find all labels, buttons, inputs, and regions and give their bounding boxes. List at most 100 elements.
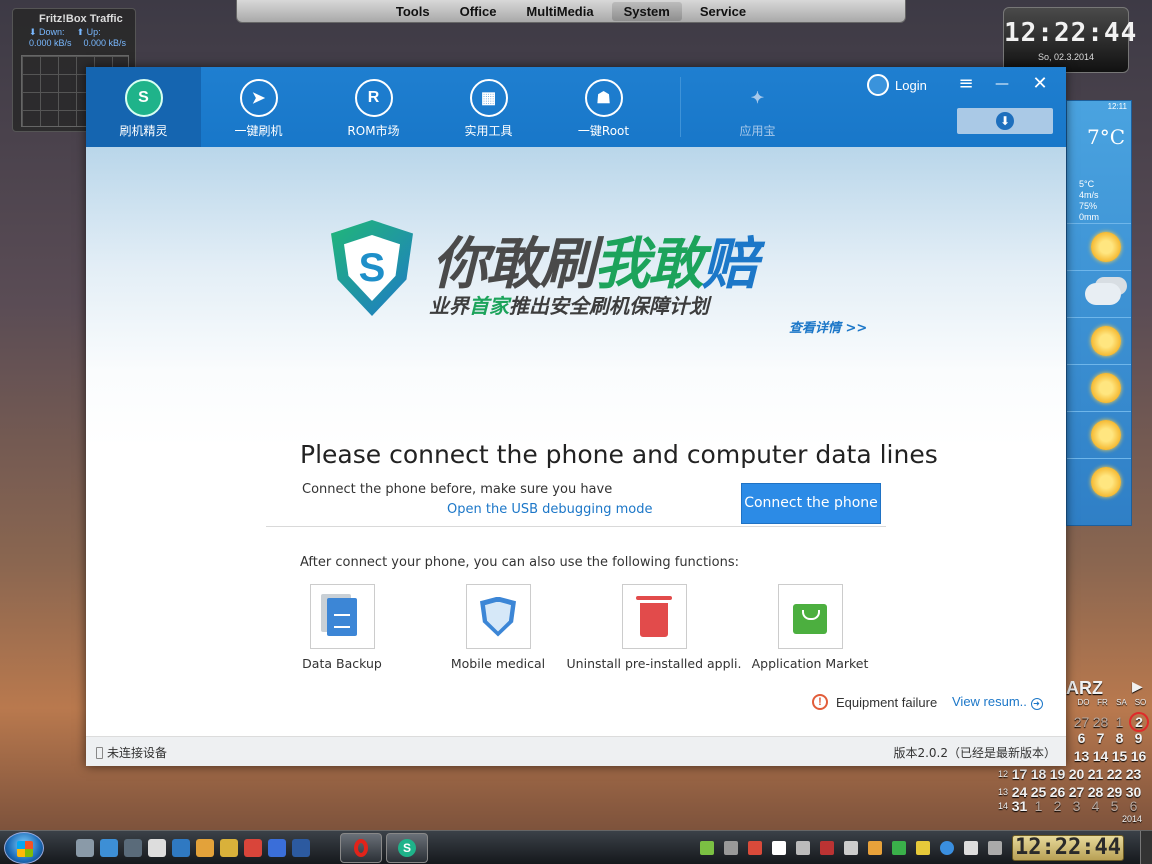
sun-icon — [1091, 232, 1121, 262]
status-bar: 未连接设备 版本2.0.2（已经是最新版本） — [86, 736, 1066, 766]
minimize-icon[interactable]: — — [989, 73, 1015, 95]
quicklaunch-network-icon[interactable] — [100, 839, 118, 857]
tray-app-icon[interactable] — [724, 841, 738, 855]
connect-heading: Please connect the phone and computer da… — [300, 440, 938, 469]
fritz-title: Fritz!Box Traffic — [39, 13, 123, 25]
download-button[interactable]: ⬇ — [957, 108, 1053, 134]
info-icon[interactable] — [940, 841, 954, 855]
banner-slogan: 你敢刷我敢赔 — [432, 232, 758, 297]
tab-rom-market[interactable]: R ROM市场 — [316, 67, 431, 147]
tab-one-click-root[interactable]: ☗ 一键Root — [546, 67, 661, 147]
user-avatar-icon — [867, 74, 889, 96]
taskbar-opera[interactable] — [340, 833, 382, 863]
sun-icon — [1091, 326, 1121, 356]
calendar-row: 13 14 15 16 — [1073, 748, 1147, 764]
tray-app-icon[interactable] — [964, 841, 978, 855]
data-backup-function[interactable]: Data Backup — [252, 584, 432, 671]
taskbar: S 12:22:44 — [0, 830, 1152, 864]
view-details-link[interactable]: 查看详情 >> — [789, 317, 867, 336]
taskbar-shuaji[interactable]: S — [386, 833, 428, 863]
menu-system[interactable]: System — [611, 1, 682, 21]
function-label: Uninstall pre-installed appli. — [566, 656, 742, 671]
connect-instruction: Connect the phone before, make sure you … — [302, 482, 613, 497]
uninstall-preinstalled-function[interactable]: Uninstall pre-installed appli. — [564, 584, 744, 671]
weather-widget: 12:11 7°C 5°C 4m/s 75% 0mm — [1066, 100, 1132, 526]
shield-logo-icon: S — [331, 220, 413, 316]
close-icon[interactable]: ✕ — [1027, 73, 1053, 95]
opera-icon — [354, 839, 368, 857]
mobile-medical-function[interactable]: Mobile medical — [408, 584, 588, 671]
quicklaunch-printer-icon[interactable] — [148, 839, 166, 857]
fritz-down-value: 0.000 kB/s — [29, 38, 72, 48]
weather-day-1 — [1067, 223, 1131, 270]
tray-app-icon[interactable] — [988, 841, 1002, 855]
quicklaunch-stripes-icon[interactable] — [220, 839, 238, 857]
quicklaunch-window-icon[interactable] — [268, 839, 286, 857]
quicklaunch-tools-icon[interactable] — [124, 839, 142, 857]
weather-details: 5°C 4m/s 75% 0mm — [1079, 179, 1099, 222]
functions-intro: After connect your phone, you can also u… — [300, 555, 739, 570]
tray-app-icon[interactable] — [772, 841, 786, 855]
calendar-month: ARZ — [1066, 678, 1103, 698]
calendar-row: 6 7 8 9 — [1077, 730, 1143, 746]
equipment-failure-link[interactable]: ! Equipment failure — [812, 694, 937, 710]
weather-day-2 — [1067, 270, 1131, 317]
clock-date: So, 02.3.2014 — [1037, 52, 1095, 62]
usb-debugging-link[interactable]: Open the USB debugging mode — [447, 502, 653, 517]
sun-icon — [1091, 373, 1121, 403]
login-button[interactable]: Login — [867, 73, 927, 97]
menu-icon[interactable]: ≡ — [953, 73, 979, 95]
app-store-icon: ✦ — [750, 90, 765, 107]
tab-one-click-flash[interactable]: ➤ 一键刷机 — [201, 67, 316, 147]
fritz-up-label: ⬆ Up: — [76, 27, 101, 37]
tab-label: ROM市场 — [347, 124, 400, 138]
menu-tools[interactable]: Tools — [384, 2, 442, 21]
document-icon — [327, 597, 357, 636]
weather-temperature: 7°C — [1086, 125, 1125, 149]
calendar-today[interactable]: 2 — [1129, 712, 1149, 732]
connect-phone-button[interactable]: Connect the phone — [741, 483, 881, 524]
promo-banner: S 你敢刷我敢赔 业界首家推出安全刷机保障计划 查看详情 >> — [86, 147, 1066, 447]
start-button[interactable] — [4, 832, 44, 864]
menu-multimedia[interactable]: MultiMedia — [514, 2, 605, 21]
view-resume-link[interactable]: View resum.. ➜ — [952, 694, 1043, 710]
shuaji-jingling-window: S 刷机精灵 ➤ 一键刷机 R ROM市场 ▦ 实用工具 ☗ 一键Root ✦ … — [86, 67, 1066, 766]
tab-app-store[interactable]: ✦ 应用宝 — [700, 67, 815, 147]
taskbar-clock[interactable]: 12:22:44 — [1012, 835, 1124, 861]
quicklaunch-app-icon[interactable] — [196, 839, 214, 857]
tab-label: 刷机精灵 — [119, 124, 168, 138]
cursor-icon: ➤ — [239, 79, 278, 117]
function-label: Application Market — [751, 656, 869, 671]
tray-app-icon[interactable] — [892, 841, 906, 855]
tray-app-icon[interactable] — [700, 841, 714, 855]
clock-time: 12:22:44 — [1004, 18, 1138, 48]
menu-office[interactable]: Office — [448, 2, 509, 21]
quicklaunch-monitor-icon[interactable] — [172, 839, 190, 857]
show-desktop-button[interactable] — [1140, 831, 1152, 864]
tray-app-icon[interactable] — [796, 841, 810, 855]
tab-shuaji-jingling[interactable]: S 刷机精灵 — [86, 67, 201, 147]
tab-tools[interactable]: ▦ 实用工具 — [431, 67, 546, 147]
quicklaunch-computer-icon[interactable] — [76, 839, 94, 857]
tray-app-icon[interactable] — [820, 841, 834, 855]
menu-service[interactable]: Service — [688, 2, 758, 21]
calendar-weekday-header: DO FR SA SO — [1077, 698, 1147, 707]
tray-app-icon[interactable] — [748, 841, 762, 855]
weather-day-5 — [1067, 411, 1131, 458]
calendar-next-arrow-icon[interactable]: ▶ — [1132, 678, 1143, 695]
shuaji-app-icon: S — [398, 839, 416, 857]
calendar-row: 14 31 1 2 3 4 5 6 — [997, 798, 1138, 814]
nav-divider — [680, 77, 681, 137]
tray-app-icon[interactable] — [868, 841, 882, 855]
application-market-function[interactable]: Application Market — [720, 584, 900, 671]
weather-time: 12:11 — [1107, 102, 1127, 111]
tray-app-icon[interactable] — [844, 841, 858, 855]
tray-app-icon[interactable] — [916, 841, 930, 855]
windows-logo-icon — [17, 841, 33, 857]
quicklaunch-pen-icon[interactable] — [244, 839, 262, 857]
tab-label: 一键刷机 — [234, 124, 283, 138]
quicklaunch-screen-icon[interactable] — [292, 839, 310, 857]
function-label: Data Backup — [302, 656, 382, 671]
android-icon: ☗ — [584, 79, 623, 117]
desktop-top-menu: Tools Office MultiMedia System Service — [236, 0, 906, 23]
